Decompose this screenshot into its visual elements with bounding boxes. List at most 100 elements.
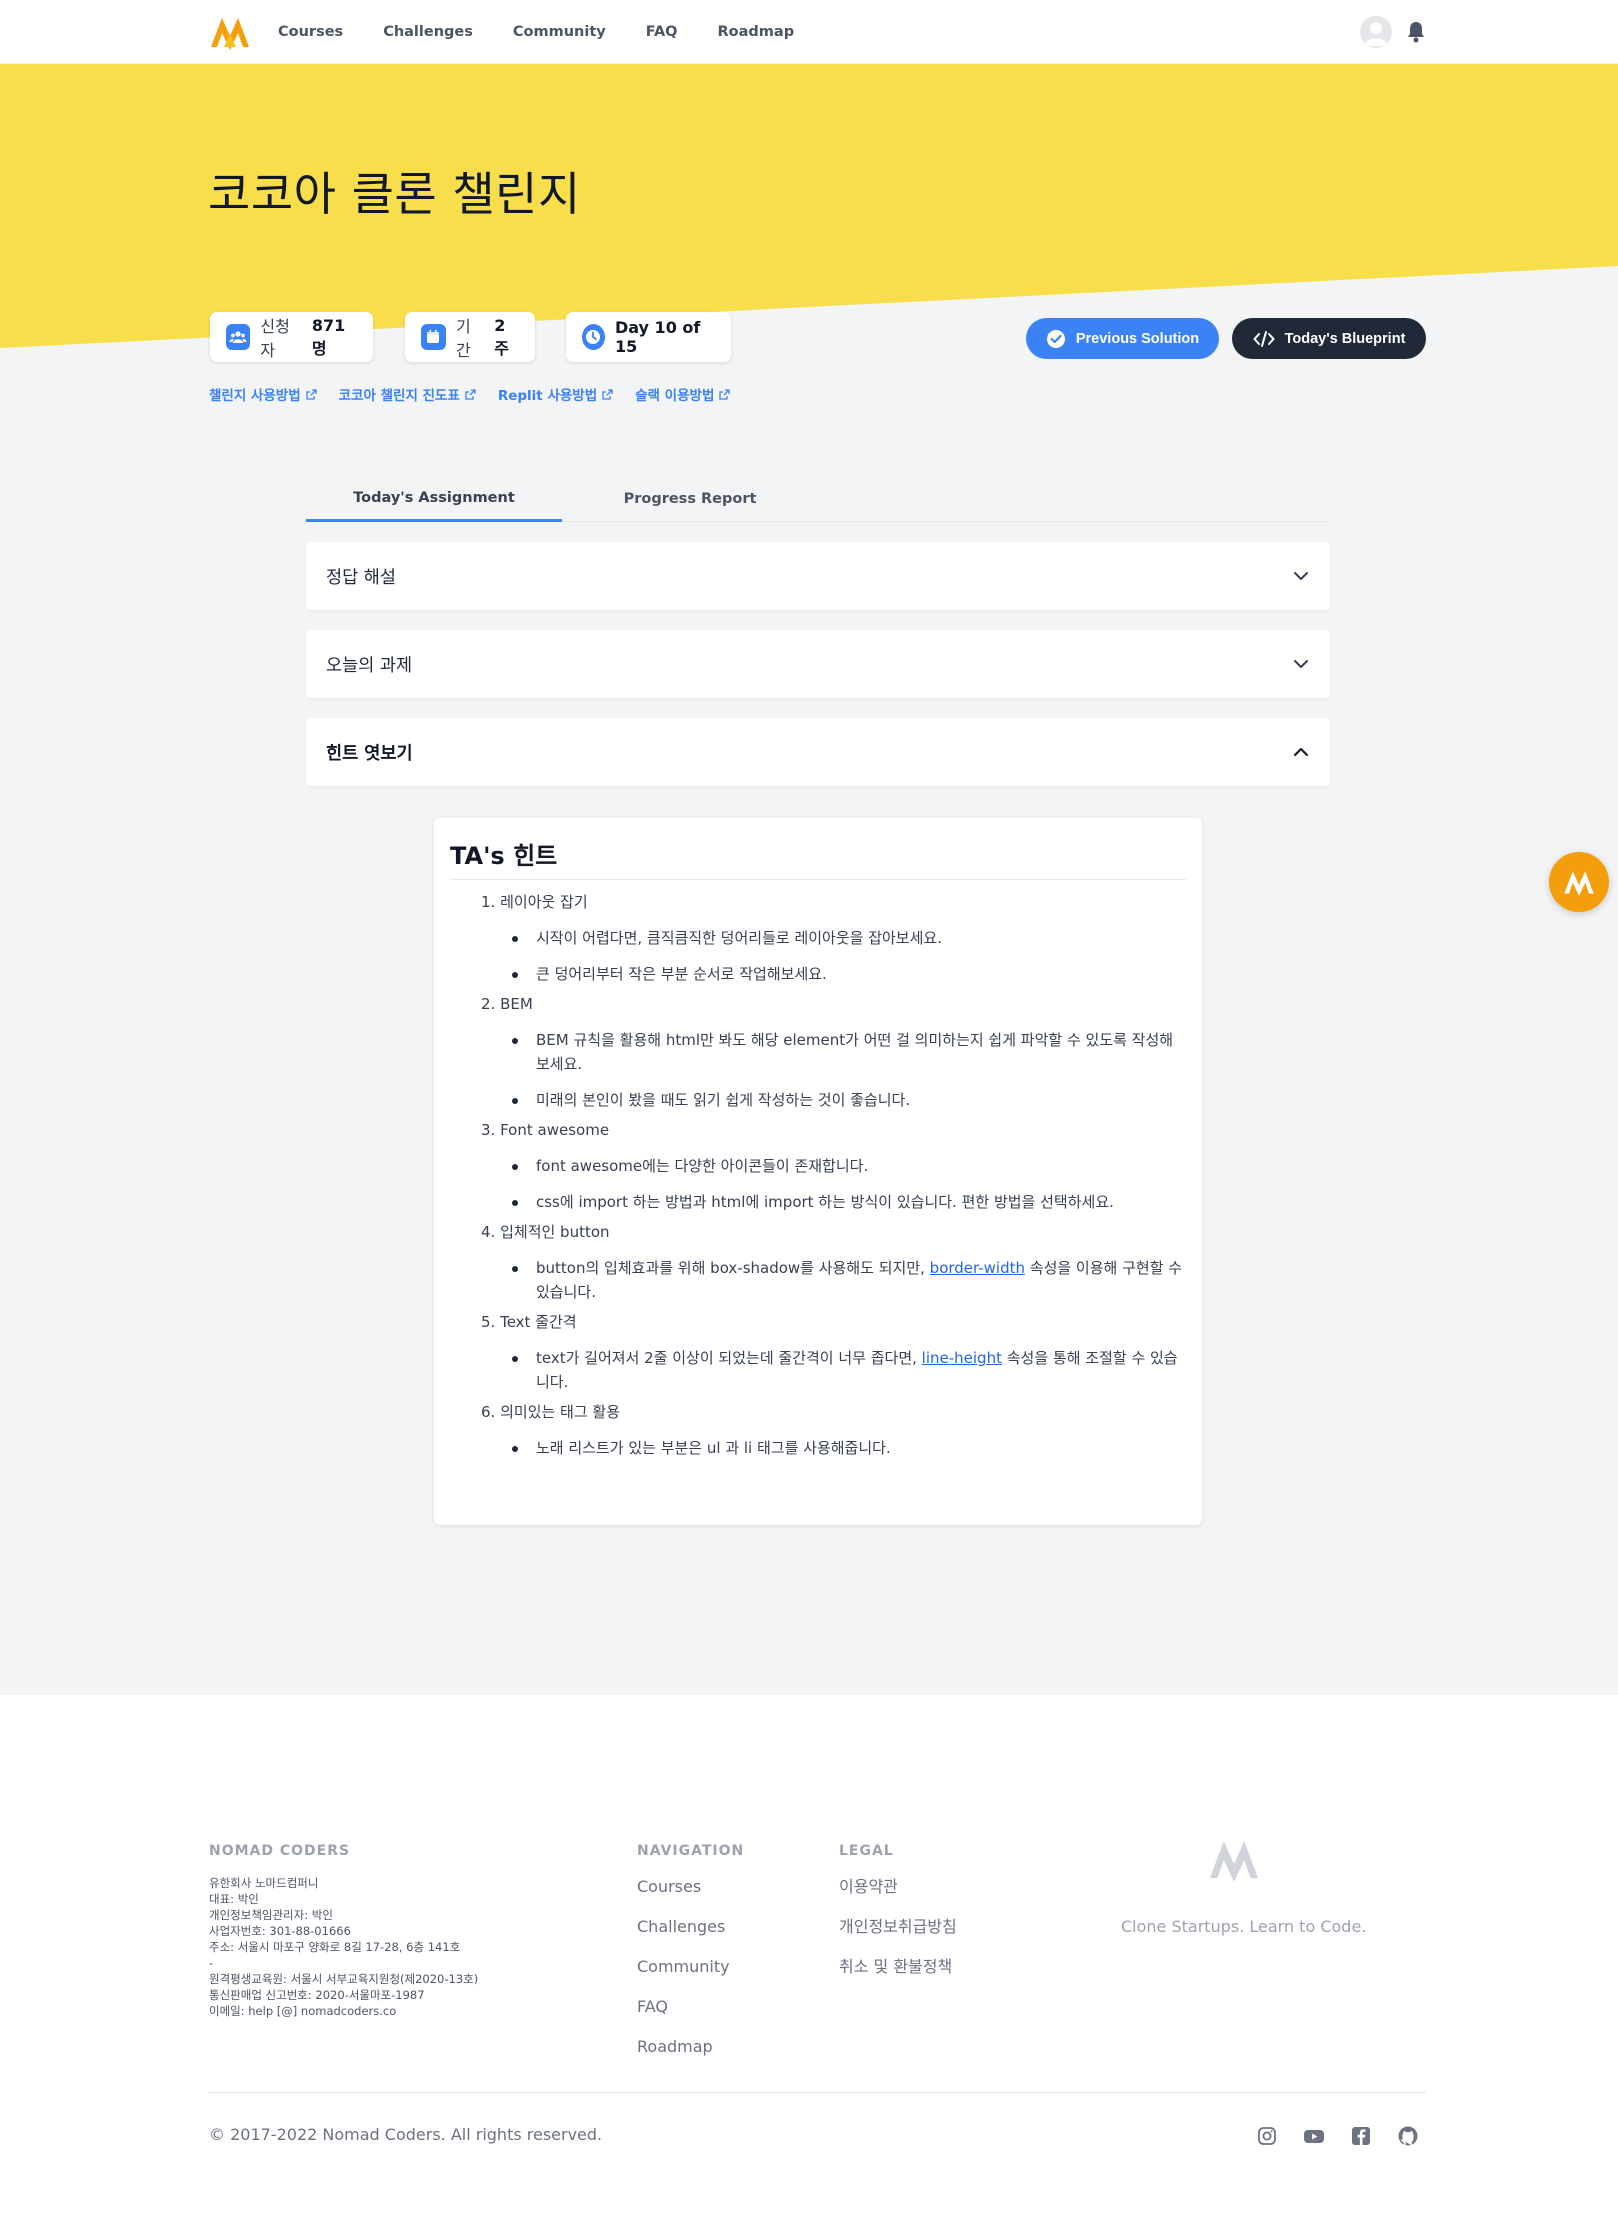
footer-info-line: 이메일: help [@] nomadcoders.co bbox=[209, 2004, 397, 2018]
hint-text: BEM 규칙을 활용해 html만 봐도 해당 element가 어떤 걸 의미… bbox=[536, 1031, 1174, 1073]
assignment-tabs: Today's Assignment Progress Report bbox=[306, 476, 1330, 522]
accordion-hint-peek[interactable]: 힌트 엿보기 bbox=[306, 718, 1330, 786]
hint-reference-link[interactable]: border-width bbox=[930, 1259, 1025, 1277]
hint-sub-item: 미래의 본인이 봤을 때도 읽기 쉽게 작성하는 것이 좋습니다. bbox=[512, 1088, 1186, 1112]
hint-text: text가 길어져서 2줄 이상이 되었는데 줄간격이 너무 좁다면, bbox=[536, 1349, 922, 1367]
todays-blueprint-label: Today's Blueprint bbox=[1284, 330, 1406, 347]
external-link-icon bbox=[465, 388, 476, 400]
footer-navigation-heading: NAVIGATION bbox=[637, 1843, 745, 1859]
duration-label: 기간 bbox=[455, 317, 471, 360]
clock-icon bbox=[582, 324, 605, 350]
youtube-icon[interactable] bbox=[1303, 2125, 1325, 2147]
hint-sub-list: text가 길어져서 2줄 이상이 되었는데 줄간격이 너무 좁다면, line… bbox=[481, 1346, 1186, 1394]
hint-item-title: 1. 레이아웃 잡기 bbox=[481, 890, 1186, 914]
calendar-icon bbox=[421, 324, 446, 350]
footer-legal-heading: LEGAL bbox=[839, 1843, 894, 1859]
footer-legal-links: 이용약관 개인정보취급방침 취소 및 환불정책 bbox=[839, 1875, 957, 1978]
hint-sub-list: BEM 규칙을 활용해 html만 봐도 해당 element가 어떤 걸 의미… bbox=[481, 1028, 1186, 1112]
nav-link-community[interactable]: Community bbox=[513, 24, 606, 40]
help-link-progress-table[interactable]: 코코아 챌린지 진도표 bbox=[339, 384, 476, 404]
nav-link-challenges[interactable]: Challenges bbox=[383, 24, 473, 40]
check-circle-icon bbox=[1046, 329, 1065, 348]
tab-todays-assignment[interactable]: Today's Assignment bbox=[306, 476, 562, 522]
hint-item: 3. Font awesome font awesome에는 다양한 아이콘들이 … bbox=[481, 1118, 1186, 1214]
chevron-down-icon bbox=[1294, 572, 1308, 580]
footer-link-courses[interactable]: Courses bbox=[637, 1875, 730, 1898]
hint-item-number: 1. bbox=[481, 893, 496, 911]
hint-text: 큰 덩어리부터 작은 부분 순서로 작업해보세요. bbox=[536, 965, 827, 983]
footer-company-heading: NOMAD CODERS bbox=[209, 1843, 351, 1859]
facebook-icon[interactable] bbox=[1350, 2125, 1372, 2147]
hint-card: TA's 힌트 1. 레이아웃 잡기 시작이 어렵다면, 큼직큼직한 덩어리들로 … bbox=[434, 818, 1202, 1525]
hint-item-number: 5. bbox=[481, 1313, 496, 1331]
accordion-title: 오늘의 과제 bbox=[326, 655, 413, 676]
accordion-todays-task[interactable]: 오늘의 과제 bbox=[306, 630, 1330, 698]
code-icon bbox=[1253, 330, 1275, 347]
hint-text: 노래 리스트가 있는 부분은 ul 과 li 태그를 사용해줍니다. bbox=[536, 1439, 891, 1457]
help-links: 챌린지 사용방법 코코아 챌린지 진도표 Replit 사용방법 슬랙 이용방법 bbox=[209, 384, 731, 404]
hint-sub-item: text가 길어져서 2줄 이상이 되었는데 줄간격이 너무 좁다면, line… bbox=[512, 1346, 1186, 1394]
hint-item: 1. 레이아웃 잡기시작이 어렵다면, 큼직큼직한 덩어리들로 레이아웃을 잡아… bbox=[481, 890, 1186, 986]
hint-sub-item: button의 입체효과를 위해 box-shadow를 사용해도 되지만, b… bbox=[512, 1256, 1186, 1304]
external-link-icon bbox=[719, 388, 731, 400]
footer-divider bbox=[209, 2092, 1426, 2093]
previous-solution-button[interactable]: Previous Solution bbox=[1026, 318, 1219, 359]
help-link-label: 슬랙 이용방법 bbox=[635, 388, 715, 404]
hint-sub-item: BEM 규칙을 활용해 html만 봐도 해당 element가 어떤 걸 의미… bbox=[512, 1028, 1186, 1076]
footer-logo bbox=[1209, 1841, 1259, 1882]
help-link-slack-usage[interactable]: 슬랙 이용방법 bbox=[635, 384, 731, 404]
nav-link-roadmap[interactable]: Roadmap bbox=[718, 24, 795, 40]
footer-copyright: © 2017-2022 Nomad Coders. All rights res… bbox=[209, 2125, 603, 2144]
hint-item-number: 3. bbox=[481, 1121, 496, 1139]
footer-link-refund[interactable]: 취소 및 환불정책 bbox=[839, 1955, 957, 1978]
floating-help-button[interactable] bbox=[1549, 852, 1609, 912]
footer-link-roadmap[interactable]: Roadmap bbox=[637, 2035, 730, 2058]
footer-info-line: 대표: 박인 bbox=[209, 1892, 259, 1906]
hint-sub-list: font awesome에는 다양한 아이콘들이 존재합니다. css에 impo… bbox=[481, 1154, 1186, 1214]
user-avatar[interactable] bbox=[1360, 16, 1392, 48]
notification-bell-icon[interactable] bbox=[1405, 20, 1427, 44]
footer-info-line: 사업자번호: 301-88-01666 bbox=[209, 1924, 351, 1938]
github-icon[interactable] bbox=[1397, 2125, 1419, 2147]
applicants-value: 871명 bbox=[311, 315, 346, 358]
top-navigation-bar: Courses Challenges Community FAQ Roadmap bbox=[0, 0, 1618, 64]
hint-item-title: 4. 입체적인 button bbox=[481, 1220, 1186, 1244]
day-progress-stat: Day 10 of 15 bbox=[566, 312, 731, 362]
chevron-down-icon bbox=[1294, 660, 1308, 668]
footer-link-community[interactable]: Community bbox=[637, 1955, 730, 1978]
instagram-icon[interactable] bbox=[1256, 2125, 1278, 2147]
hint-item: 6. 의미있는 태그 활용노래 리스트가 있는 부분은 ul 과 li 태그를 … bbox=[481, 1400, 1186, 1460]
tab-progress-report[interactable]: Progress Report bbox=[562, 476, 818, 522]
footer-info-line: - bbox=[209, 1956, 214, 1970]
hint-sub-list: 시작이 어렵다면, 큼직큼직한 덩어리들로 레이아웃을 잡아보세요. 큰 덩어리부… bbox=[481, 926, 1186, 986]
main-nav-links: Courses Challenges Community FAQ Roadmap bbox=[278, 0, 794, 64]
hint-item-title: 5. Text 줄간격 bbox=[481, 1310, 1186, 1334]
accordion-answer-explanation[interactable]: 정답 해설 bbox=[306, 542, 1330, 610]
hint-text: css에 import 하는 방법과 html에 import 하는 방식이 있… bbox=[536, 1193, 1114, 1211]
footer-info-line: 유한회사 노마드컴퍼니 bbox=[209, 1876, 319, 1890]
hint-item: 4. 입체적인 button button의 입체효과를 위해 box-shado… bbox=[481, 1220, 1186, 1304]
external-link-icon bbox=[602, 388, 613, 400]
nomad-coders-logo[interactable] bbox=[208, 14, 252, 50]
footer-link-challenges[interactable]: Challenges bbox=[637, 1915, 730, 1938]
help-link-challenge-usage[interactable]: 챌린지 사용방법 bbox=[209, 384, 317, 404]
hint-item-title: 6. 의미있는 태그 활용 bbox=[481, 1400, 1186, 1424]
help-link-replit-usage[interactable]: Replit 사용방법 bbox=[498, 384, 613, 404]
hint-item-number: 4. bbox=[481, 1223, 496, 1241]
footer-info-line: 통신판매업 신고번호: 2020-서울마포-1987 bbox=[209, 1988, 425, 2002]
user-silhouette-icon bbox=[1364, 22, 1388, 46]
nav-link-faq[interactable]: FAQ bbox=[646, 24, 678, 40]
duration-value: 2주 bbox=[494, 315, 509, 358]
footer-link-terms[interactable]: 이용약관 bbox=[839, 1875, 957, 1898]
hint-item-title: 3. Font awesome bbox=[481, 1118, 1186, 1142]
hint-item-heading: 의미있는 태그 활용 bbox=[500, 1403, 621, 1421]
hint-item-number: 2. bbox=[481, 995, 496, 1013]
accordion-title: 힌트 엿보기 bbox=[326, 743, 413, 764]
footer-info-line: 주소: 서울시 마포구 양화로 8길 17-28, 6층 141호 bbox=[209, 1940, 461, 1954]
nav-link-courses[interactable]: Courses bbox=[278, 24, 343, 40]
applicants-label: 신청자 bbox=[260, 317, 290, 360]
todays-blueprint-button[interactable]: Today's Blueprint bbox=[1232, 318, 1426, 359]
footer-link-privacy[interactable]: 개인정보취급방침 bbox=[839, 1915, 957, 1938]
hint-reference-link[interactable]: line-height bbox=[922, 1349, 1002, 1367]
footer-link-faq[interactable]: FAQ bbox=[637, 1995, 730, 2018]
